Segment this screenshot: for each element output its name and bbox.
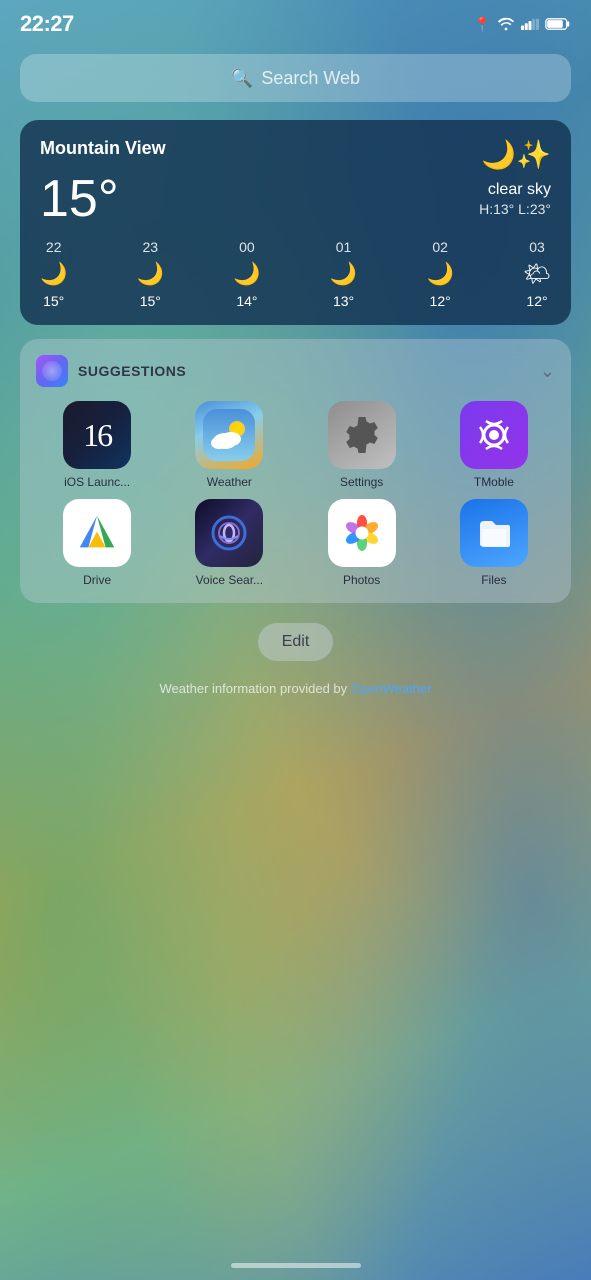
forecast-item-1: 23 🌙 15° bbox=[137, 239, 164, 309]
siri-icon bbox=[36, 355, 68, 387]
forecast-item-0: 22 🌙 15° bbox=[40, 239, 67, 309]
drive-app-label: Drive bbox=[83, 573, 111, 587]
status-bar: 22:27 📍 bbox=[0, 0, 591, 44]
search-icon: 🔍 bbox=[231, 68, 253, 89]
search-bar-container: 🔍 Search Web bbox=[0, 44, 591, 112]
forecast-icon-4: 🌙 bbox=[426, 261, 453, 287]
weather-night-icon: 🌙✨ bbox=[481, 138, 551, 171]
openweather-link[interactable]: OpenWeather bbox=[351, 681, 432, 696]
forecast-icon-3: 🌙 bbox=[330, 261, 357, 287]
app-item-drive[interactable]: Drive bbox=[36, 499, 158, 587]
app-item-settings[interactable]: Settings bbox=[301, 401, 423, 489]
forecast-temp-5: 12° bbox=[526, 293, 547, 309]
suggestions-title-row: SUGGESTIONS bbox=[36, 355, 186, 387]
forecast-temp-3: 13° bbox=[333, 293, 354, 309]
weather-temperature: 15° bbox=[40, 173, 119, 225]
forecast-icon-0: 🌙 bbox=[40, 261, 67, 287]
files-app-label: Files bbox=[481, 573, 506, 587]
wifi-icon bbox=[497, 17, 515, 31]
signal-icon bbox=[521, 17, 539, 31]
files-app-icon bbox=[460, 499, 528, 567]
battery-icon bbox=[545, 17, 571, 31]
forecast-hour-3: 01 bbox=[336, 239, 352, 255]
home-indicator bbox=[231, 1263, 361, 1268]
forecast-hour-2: 00 bbox=[239, 239, 255, 255]
settings-app-icon bbox=[328, 401, 396, 469]
chevron-down-icon[interactable]: ⌄ bbox=[540, 361, 555, 382]
forecast-item-5: 03 🌤 12° bbox=[523, 239, 551, 309]
status-time: 22:27 bbox=[20, 11, 74, 37]
forecast-temp-1: 15° bbox=[140, 293, 161, 309]
edit-button[interactable]: Edit bbox=[258, 623, 334, 661]
weather-description: clear sky bbox=[479, 181, 551, 199]
settings-app-label: Settings bbox=[340, 475, 383, 489]
forecast-hour-5: 03 bbox=[529, 239, 545, 255]
weather-header: Mountain View 🌙✨ bbox=[40, 138, 551, 171]
weather-high: H:13° bbox=[479, 201, 514, 217]
forecast-item-4: 02 🌙 12° bbox=[426, 239, 453, 309]
forecast-hour-0: 22 bbox=[46, 239, 62, 255]
footer-attribution: Weather information provided by bbox=[160, 681, 351, 696]
drive-app-icon bbox=[63, 499, 131, 567]
photos-app-label: Photos bbox=[343, 573, 380, 587]
tmoble-app-icon bbox=[460, 401, 528, 469]
voice-search-app-icon bbox=[195, 499, 263, 567]
location-icon: 📍 bbox=[474, 16, 491, 33]
forecast-temp-4: 12° bbox=[430, 293, 451, 309]
photos-app-icon bbox=[328, 499, 396, 567]
voice-search-app-label: Voice Sear... bbox=[196, 573, 263, 587]
weather-app-icon bbox=[195, 401, 263, 469]
app-item-photos[interactable]: Photos bbox=[301, 499, 423, 587]
weather-app-label: Weather bbox=[207, 475, 252, 489]
footer-text: Weather information provided by OpenWeat… bbox=[20, 681, 571, 696]
apps-grid: 16 iOS Launc... bbox=[36, 401, 555, 587]
weather-low: L:23° bbox=[518, 201, 551, 217]
suggestions-widget: SUGGESTIONS ⌄ 16 iOS Launc... bbox=[20, 339, 571, 603]
ios-launcher-label: iOS Launc... bbox=[64, 475, 130, 489]
tmoble-app-label: TMoble bbox=[474, 475, 514, 489]
weather-widget[interactable]: Mountain View 🌙✨ 15° clear sky H:13° L:2… bbox=[20, 120, 571, 325]
forecast-icon-1: 🌙 bbox=[137, 261, 164, 287]
app-item-files[interactable]: Files bbox=[433, 499, 555, 587]
weather-desc-block: clear sky H:13° L:23° bbox=[479, 181, 551, 217]
weather-temp-row: 15° clear sky H:13° L:23° bbox=[40, 173, 551, 225]
forecast-temp-2: 14° bbox=[236, 293, 257, 309]
suggestions-title: SUGGESTIONS bbox=[78, 363, 186, 379]
forecast-hour-1: 23 bbox=[143, 239, 159, 255]
weather-forecast: 22 🌙 15° 23 🌙 15° 00 🌙 14° 01 🌙 13° 02 🌙… bbox=[40, 239, 551, 309]
app-item-weather[interactable]: Weather bbox=[168, 401, 290, 489]
forecast-item-3: 01 🌙 13° bbox=[330, 239, 357, 309]
ios-launcher-icon: 16 bbox=[63, 401, 131, 469]
weather-high-low: H:13° L:23° bbox=[479, 201, 551, 217]
search-placeholder-text: Search Web bbox=[261, 68, 360, 89]
app-item-tmoble[interactable]: TMoble bbox=[433, 401, 555, 489]
app-item-voice-search[interactable]: Voice Sear... bbox=[168, 499, 290, 587]
edit-button-container: Edit bbox=[0, 623, 591, 661]
forecast-icon-5: 🌤 bbox=[523, 261, 551, 287]
siri-inner bbox=[42, 361, 62, 381]
forecast-item-2: 00 🌙 14° bbox=[233, 239, 260, 309]
forecast-icon-2: 🌙 bbox=[233, 261, 260, 287]
suggestions-header: SUGGESTIONS ⌄ bbox=[36, 355, 555, 387]
weather-location: Mountain View bbox=[40, 138, 166, 159]
status-icons: 📍 bbox=[474, 16, 571, 33]
search-bar[interactable]: 🔍 Search Web bbox=[20, 54, 571, 102]
forecast-temp-0: 15° bbox=[43, 293, 64, 309]
app-item-ios-launcher[interactable]: 16 iOS Launc... bbox=[36, 401, 158, 489]
forecast-hour-4: 02 bbox=[432, 239, 448, 255]
